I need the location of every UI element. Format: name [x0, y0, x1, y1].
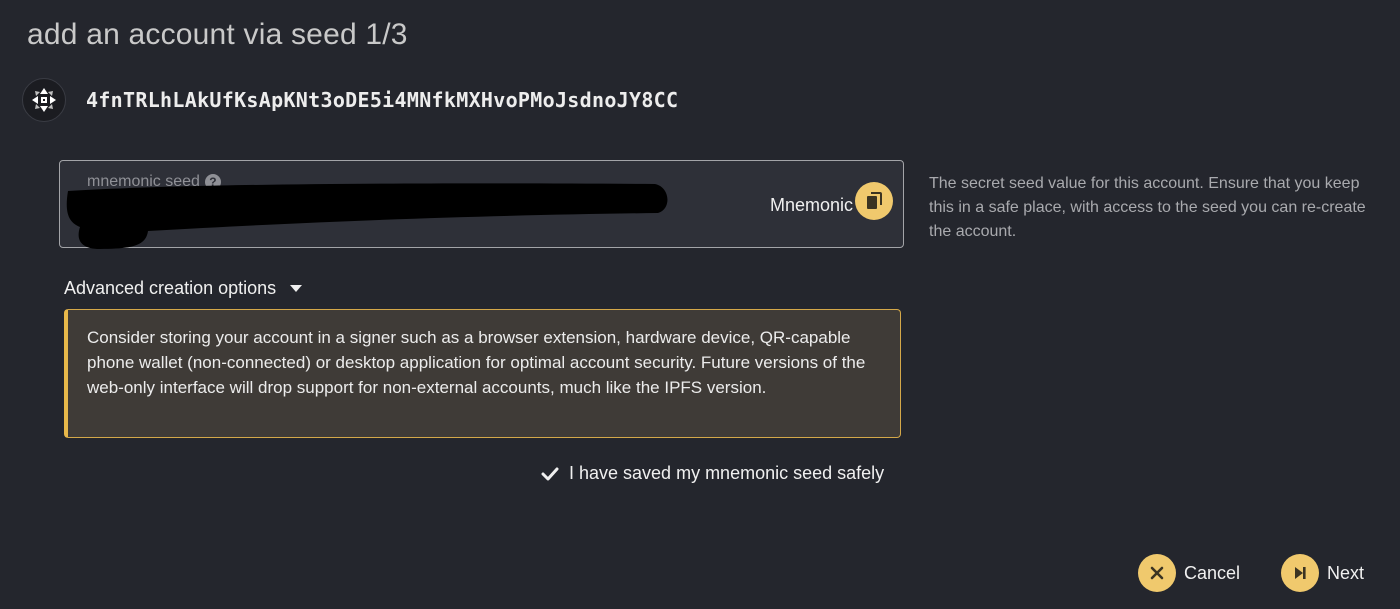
warning-text: Consider storing your account in a signe… [87, 328, 866, 397]
account-address: 4fnTRLhLAkUfKsApKNt3oDE5i4MNfkMXHvoPMoJs… [86, 88, 679, 112]
account-address-row: 4fnTRLhLAkUfKsApKNt3oDE5i4MNfkMXHvoPMoJs… [22, 77, 678, 123]
caret-down-icon [290, 285, 303, 292]
seed-type-label: Mnemonic [769, 195, 853, 215]
cancel-button[interactable]: Cancel [1138, 554, 1240, 592]
advanced-options-label: Advanced creation options [64, 278, 277, 298]
seed-help-text: The secret seed value for this account. … [929, 175, 1366, 240]
copy-icon [867, 192, 882, 209]
next-label: Next [1327, 562, 1365, 583]
close-icon [1138, 554, 1176, 592]
step-forward-icon [1281, 554, 1319, 592]
identicon-icon[interactable] [22, 78, 66, 122]
saved-seed-label: I have saved my mnemonic seed safely [569, 463, 885, 483]
mnemonic-seed-field[interactable]: mnemonic seed ? Mnemonic [59, 160, 904, 249]
checkmark-icon[interactable] [540, 464, 560, 484]
security-warning: Consider storing your account in a signe… [64, 309, 901, 438]
redaction-mark [66, 183, 668, 249]
advanced-creation-options-toggle[interactable]: Advanced creation options [64, 278, 303, 299]
saved-seed-checkbox[interactable]: I have saved my mnemonic seed safely [540, 463, 884, 484]
cancel-label: Cancel [1184, 562, 1241, 583]
next-button[interactable]: Next [1281, 554, 1364, 592]
copy-seed-button[interactable] [855, 182, 893, 220]
modal-title: add an account via seed 1/3 [27, 18, 408, 51]
